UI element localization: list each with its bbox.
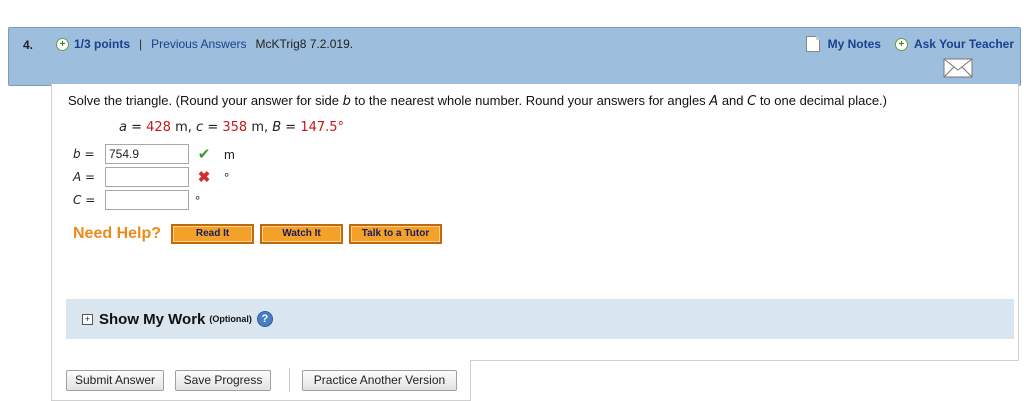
separator: | bbox=[139, 37, 143, 51]
answer-label-A: A = bbox=[73, 170, 96, 184]
need-help-title: Need Help? bbox=[73, 225, 162, 242]
divider bbox=[289, 368, 290, 392]
expand-toggle-icon[interactable]: + bbox=[82, 313, 93, 325]
given-a-label: a bbox=[119, 120, 127, 135]
expand-plus-icon[interactable]: + bbox=[56, 37, 69, 51]
note-icon[interactable] bbox=[805, 36, 820, 52]
prompt-text: to one decimal place.) bbox=[756, 93, 887, 108]
ask-teacher-plus-icon[interactable]: + bbox=[894, 37, 908, 51]
save-progress-button[interactable]: Save Progress bbox=[175, 370, 271, 391]
answer-row-b: b = ✔ m bbox=[73, 143, 235, 165]
optional-label: (Optional) bbox=[209, 314, 252, 324]
ask-teacher-link[interactable]: Ask Your Teacher bbox=[914, 37, 1014, 51]
mail-icon[interactable] bbox=[943, 58, 973, 78]
answer-input-C[interactable] bbox=[105, 190, 189, 210]
question-prompt: Solve the triangle. (Round your answer f… bbox=[68, 93, 887, 109]
practice-another-version-button[interactable]: Practice Another Version bbox=[302, 370, 457, 391]
question-header: 4. + 1/3 points | Previous Answers McKTr… bbox=[8, 27, 1021, 86]
prompt-var-A: A bbox=[709, 94, 719, 109]
answer-label-C: C = bbox=[73, 193, 96, 207]
answer-unit-b: m bbox=[224, 146, 235, 162]
answer-row-C: C = ° bbox=[73, 189, 200, 211]
given-eq: = bbox=[281, 120, 301, 135]
given-c-value: 358 bbox=[222, 120, 248, 135]
answer-label-b: b = bbox=[73, 147, 95, 161]
question-number: 4. bbox=[23, 38, 34, 52]
answer-row-A: A = ✖ ° bbox=[73, 166, 229, 188]
prompt-text: and bbox=[718, 93, 748, 108]
answer-input-b[interactable] bbox=[105, 144, 189, 164]
show-my-work-label[interactable]: Show My Work bbox=[99, 311, 205, 328]
my-notes-link[interactable]: My Notes bbox=[828, 37, 881, 51]
talk-to-tutor-button[interactable]: Talk to a Tutor bbox=[349, 224, 443, 244]
answer-unit-A: ° bbox=[224, 169, 230, 185]
need-help-section: Need Help? Read It Watch It Talk to a Tu… bbox=[73, 224, 443, 244]
action-footer: Submit Answer Save Progress Practice Ano… bbox=[51, 360, 471, 401]
points-bar: + 1/3 points | Previous Answers McKTrig8… bbox=[56, 37, 353, 51]
given-unit: m, bbox=[247, 120, 273, 135]
given-a-value: 428 bbox=[146, 120, 171, 135]
header-links: My Notes + Ask Your Teacher bbox=[805, 36, 1014, 52]
submit-answer-button[interactable]: Submit Answer bbox=[66, 370, 164, 391]
given-unit: m, bbox=[170, 120, 197, 135]
given-B-value: 147.5° bbox=[300, 120, 345, 135]
given-eq: = bbox=[126, 120, 147, 135]
prompt-var-b: b bbox=[342, 94, 351, 109]
question-body: Solve the triangle. (Round your answer f… bbox=[51, 84, 1019, 361]
incorrect-cross-icon: ✖ bbox=[197, 169, 211, 186]
question-code: McKTrig8 7.2.019. bbox=[255, 37, 354, 51]
given-eq: = bbox=[203, 120, 223, 135]
watch-it-button[interactable]: Watch It bbox=[260, 224, 344, 244]
show-my-work-panel[interactable]: + Show My Work (Optional) ? bbox=[66, 299, 1014, 339]
answer-input-A[interactable] bbox=[105, 167, 189, 187]
prompt-text: Solve the triangle. (Round your answer f… bbox=[68, 93, 343, 108]
read-it-button[interactable]: Read It bbox=[171, 224, 255, 244]
answer-unit-C: ° bbox=[195, 192, 201, 208]
previous-answers-link[interactable]: Previous Answers bbox=[151, 37, 246, 51]
given-values: a = 428 m, c = 358 m, B = 147.5° bbox=[119, 120, 344, 135]
help-question-icon[interactable]: ? bbox=[256, 311, 273, 327]
correct-check-icon: ✔ bbox=[197, 146, 211, 163]
prompt-text: to the nearest whole number. Round your … bbox=[350, 93, 710, 108]
points-label[interactable]: 1/3 points bbox=[74, 37, 130, 51]
given-B-label: B bbox=[272, 120, 282, 135]
prompt-var-C: C bbox=[747, 94, 757, 109]
